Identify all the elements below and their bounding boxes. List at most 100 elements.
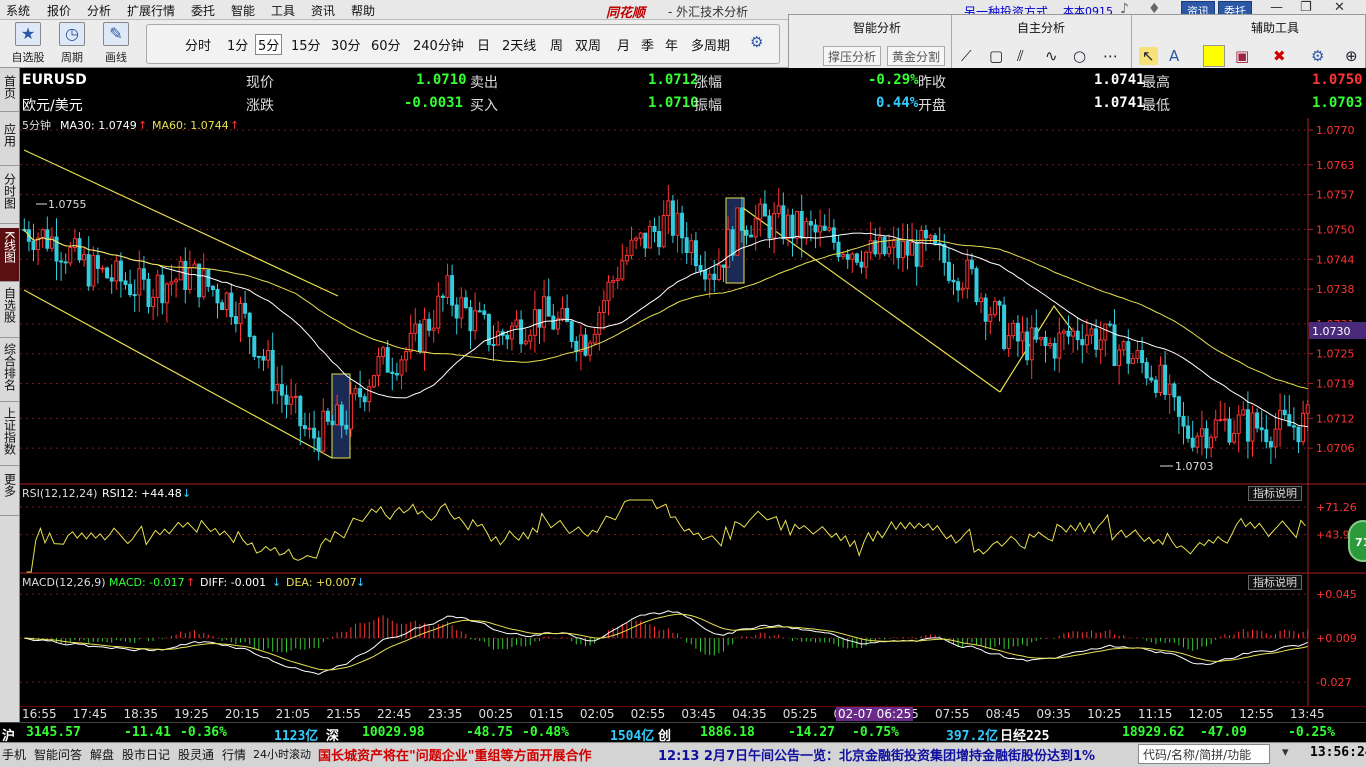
news-ticker-2[interactable]: 12:13 2月7日午间公告一览：北京金融街投资集团增持金融街股份达到1%	[658, 745, 1095, 764]
menu-extended[interactable]: 扩展行情	[127, 2, 175, 19]
macd-explain-button[interactable]: 指标说明	[1248, 575, 1302, 590]
candle-body	[376, 356, 381, 376]
rect-tool-icon[interactable]: ▢	[989, 47, 1003, 65]
x-tick-label: 22:45	[377, 707, 412, 721]
color-swatch[interactable]	[1203, 45, 1225, 67]
menu-help[interactable]: 帮助	[351, 2, 375, 19]
candle-body	[1199, 428, 1204, 437]
menu-analysis[interactable]: 分析	[87, 2, 111, 19]
code-search-input[interactable]: 代码/名称/简拼/功能	[1138, 744, 1270, 764]
pin-icon[interactable]: ⊕	[1345, 47, 1358, 65]
kline-chart[interactable]: 1.0770 1.0763 1.0757 1.0750 1.0744 1.0738 1.07…	[20, 118, 1366, 706]
bookmark-icon[interactable]: ▣	[1235, 47, 1249, 65]
candle-body	[1015, 322, 1020, 342]
sidebar-label: 综合排名	[2, 343, 17, 391]
golden-section-button[interactable]: 黄金分割	[887, 46, 946, 66]
candle-body	[1190, 437, 1195, 448]
period-week[interactable]: 周	[550, 35, 563, 54]
candle-body	[836, 241, 841, 258]
support-pressure-button[interactable]: 撑压分析	[823, 46, 882, 66]
delete-icon[interactable]: ✖	[1273, 47, 1286, 65]
period-15m[interactable]: 15分	[291, 35, 321, 54]
menu-news[interactable]: 资讯	[311, 2, 335, 19]
sidebar: 首页 应用 分时图 K线图 自选股 综合排名 上证指数 更多	[0, 68, 20, 744]
menu-trade[interactable]: 委托	[191, 2, 215, 19]
float-badge[interactable]: 71	[1348, 520, 1366, 562]
close-icon[interactable]: ✕	[1334, 0, 1345, 15]
period-quarter[interactable]: 季	[641, 35, 654, 54]
sidebar-item-shindex[interactable]: 上证指数	[0, 404, 19, 466]
watchlist-button[interactable]: ★ 自选股	[6, 22, 50, 65]
line-tool-icon[interactable]: ⟋	[961, 47, 972, 65]
minimize-icon[interactable]: —	[1270, 0, 1283, 15]
circle-tool-icon[interactable]: ○	[1073, 47, 1086, 65]
y-tick-label: 1.0750	[1316, 223, 1355, 236]
gear-icon[interactable]: ⚙	[750, 33, 763, 51]
candle-body	[1287, 414, 1292, 427]
y-tick-label: 1.0719	[1316, 378, 1355, 391]
status-guling[interactable]: 股灵通	[178, 746, 214, 763]
menu-quote[interactable]: 报价	[47, 2, 71, 19]
x-tick-label: 12:05	[1188, 707, 1224, 721]
settings-icon[interactable]: ⚙	[1311, 47, 1324, 65]
candle-body	[1301, 412, 1306, 443]
period-multi[interactable]: 多周期	[691, 35, 730, 54]
down-arrow-icon: ↓	[356, 576, 365, 589]
sidebar-item-timeshare[interactable]: 分时图	[0, 170, 19, 224]
period-5m[interactable]: 5分	[255, 34, 283, 55]
period-timeshare[interactable]: 分时	[185, 35, 211, 54]
candle-body	[1089, 328, 1094, 336]
candle-body	[394, 373, 399, 376]
candle-body	[716, 264, 721, 281]
period-240m[interactable]: 240分钟	[413, 35, 464, 54]
period-year[interactable]: 年	[665, 35, 678, 54]
period-month[interactable]: 月	[617, 35, 630, 54]
cursor-time-label: 02-07 06:25	[836, 707, 914, 721]
status-diary[interactable]: 股市日记	[122, 746, 170, 763]
menu-system[interactable]: 系统	[6, 2, 30, 19]
candle-body	[795, 211, 800, 239]
status-rolling[interactable]: 24小时滚动	[253, 746, 311, 762]
period-2day[interactable]: 2天线	[502, 35, 536, 54]
sidebar-item-home[interactable]: 首页	[0, 72, 19, 112]
self-analysis-title: 自主分析	[1017, 21, 1066, 35]
status-review[interactable]: 解盘	[90, 746, 114, 763]
candle-body	[601, 300, 606, 313]
search-dropdown-icon[interactable]: ▾	[1282, 745, 1289, 760]
status-mobile[interactable]: 手机	[2, 746, 26, 763]
sidebar-item-kline[interactable]: K线图	[0, 228, 19, 282]
news-ticker-1[interactable]: 国长城资产将在"问题企业"重组等方面开展合作	[318, 745, 592, 764]
status-market[interactable]: 行情	[222, 746, 246, 763]
period-1m[interactable]: 1分	[227, 35, 248, 54]
menu-tools[interactable]: 工具	[271, 2, 295, 19]
pointer-icon[interactable]: ↖	[1139, 47, 1158, 65]
candle-body	[1112, 324, 1117, 367]
restore-icon[interactable]: ❐	[1300, 0, 1312, 15]
candle-body	[560, 308, 565, 320]
period-biweek[interactable]: 双周	[575, 35, 601, 54]
parallel-tool-icon[interactable]: ⫽	[1017, 47, 1024, 65]
period-button[interactable]: ◷ 周期	[50, 22, 94, 65]
candle-body	[243, 302, 248, 314]
menu-smart[interactable]: 智能	[231, 2, 255, 19]
rsi-explain-button[interactable]: 指标说明	[1248, 486, 1302, 501]
sidebar-item-more[interactable]: 更多	[0, 470, 19, 516]
text-tool-icon[interactable]: A	[1169, 47, 1179, 65]
period-60m[interactable]: 60分	[371, 35, 401, 54]
status-qa[interactable]: 智能问答	[34, 746, 82, 763]
more-tools-icon[interactable]: ⋯	[1103, 47, 1118, 65]
candle-body	[1029, 327, 1034, 361]
sidebar-item-ranking[interactable]: 综合排名	[0, 340, 19, 402]
drawing-button[interactable]: ✎ 画线	[94, 22, 138, 65]
chg-value: -0.0031	[404, 95, 464, 111]
wave-tool-icon[interactable]: ∿	[1045, 47, 1058, 65]
chg-label: 涨跌	[246, 98, 274, 114]
candle-body	[77, 238, 82, 261]
candle-body	[31, 240, 36, 251]
candle-body	[923, 229, 928, 239]
sidebar-item-apps[interactable]: 应用	[0, 120, 19, 166]
period-day[interactable]: 日	[477, 35, 490, 54]
period-30m[interactable]: 30分	[331, 35, 361, 54]
sidebar-item-watchlist[interactable]: 自选股	[0, 284, 19, 338]
candle-body	[1038, 336, 1043, 340]
